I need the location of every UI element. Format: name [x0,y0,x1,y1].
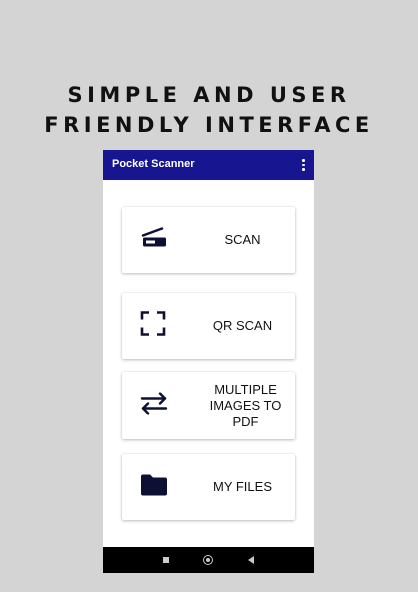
multiple-images-label: MULTIPLE IMAGES TO PDF [209,381,282,429]
multiple-images-to-pdf-button[interactable]: MULTIPLE IMAGES TO PDF [122,372,295,439]
back-triangle-icon[interactable] [248,556,254,564]
app-title: Pocket Scanner [112,158,195,170]
scan-button[interactable]: SCAN [122,207,295,273]
swap-arrows-icon [140,391,168,419]
more-vert-icon[interactable] [302,159,305,171]
promo-headline-line2: FRIENDLY INTERFACE [44,113,374,137]
app-bar: Pocket Scanner [103,150,314,180]
qr-scan-frame-icon [140,311,166,342]
my-files-button[interactable]: MY FILES [122,454,295,520]
recents-square-icon[interactable] [163,557,169,563]
my-files-label: MY FILES [212,479,272,494]
scanner-icon [140,227,168,254]
home-circle-icon[interactable] [203,555,213,565]
phone-screen: Pocket Scanner SCAN QR SCAN MULTIPLE IMA… [103,150,314,573]
scan-label: SCAN [224,232,261,247]
folder-icon [140,474,168,501]
promo-headline-line1: SIMPLE AND USER [67,83,351,107]
qr-scan-label: QR SCAN [212,318,273,333]
system-nav-bar [103,547,314,573]
qr-scan-button[interactable]: QR SCAN [122,293,295,359]
